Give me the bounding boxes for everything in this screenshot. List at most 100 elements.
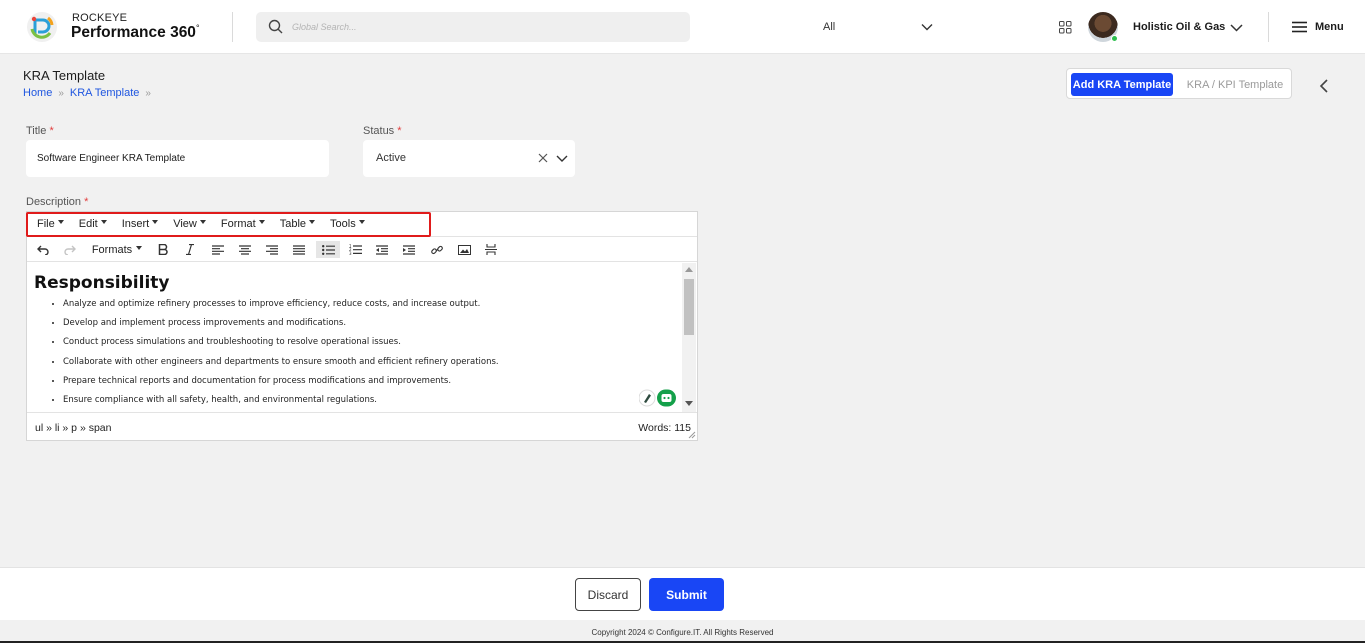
numbered-list-button[interactable]: 123 [348, 241, 362, 258]
scroll-thumb[interactable] [684, 279, 694, 335]
copyright-text: Copyright 2024 © Configure.IT. All Right… [591, 628, 774, 637]
caret-down-icon [57, 220, 64, 224]
search-scope-select[interactable]: All [812, 15, 943, 39]
header-divider [1268, 12, 1269, 42]
svg-text:3: 3 [349, 251, 352, 255]
search-input[interactable] [292, 16, 542, 38]
chevron-left-icon[interactable] [1317, 78, 1331, 94]
menu-table-label: Table [279, 218, 307, 230]
caret-down-icon [358, 220, 365, 224]
numbered-list-icon: 123 [349, 244, 362, 255]
app-logo-icon[interactable] [26, 11, 58, 43]
justify-button[interactable] [292, 241, 306, 258]
breadcrumb: Home » KRA Template » [23, 87, 151, 99]
undo-icon [37, 245, 49, 255]
content-heading: Responsibility [34, 273, 170, 293]
grammar-pen-icon[interactable] [639, 389, 656, 407]
list-item: Prepare technical reports and documentat… [63, 376, 682, 386]
menu-edit[interactable]: Edit [79, 218, 107, 230]
title-label-text: Title [26, 125, 47, 137]
caret-down-icon [309, 220, 316, 224]
redo-button[interactable] [63, 241, 77, 258]
insert-link-button[interactable] [430, 241, 444, 258]
scroll-up-arrow-icon[interactable] [685, 267, 693, 272]
description-label: Description * [26, 196, 88, 208]
bullet-list-icon [321, 244, 335, 255]
list-item: Develop and implement process improvemen… [63, 318, 682, 328]
hamburger-icon [1292, 21, 1307, 33]
required-mark: * [84, 196, 89, 208]
menu-format-label: Format [220, 218, 256, 230]
global-search: All [256, 12, 943, 42]
status-select[interactable]: Active [363, 140, 575, 177]
breadcrumb-kra-template[interactable]: KRA Template [70, 87, 140, 99]
required-mark: * [49, 125, 54, 137]
italic-button[interactable] [183, 241, 197, 258]
align-right-button[interactable] [265, 241, 279, 258]
title-label: Title * [26, 125, 54, 137]
title-input[interactable] [26, 140, 329, 177]
submit-button[interactable]: Submit [649, 578, 724, 611]
clear-icon[interactable] [538, 153, 548, 163]
status-value: Active [376, 152, 406, 164]
menu-insert[interactable]: Insert [122, 218, 159, 230]
menu-format[interactable]: Format [221, 218, 265, 230]
list-item: Ensure compliance with all safety, healt… [63, 395, 682, 405]
bullet-list-button[interactable] [316, 241, 340, 258]
breadcrumb-home[interactable]: Home [23, 87, 52, 99]
template-view-toggle: Add KRA Template KRA / KPI Template [1066, 68, 1292, 99]
align-center-icon [239, 244, 251, 255]
kra-kpi-template-tab[interactable]: KRA / KPI Template [1181, 73, 1289, 96]
outdent-icon [376, 244, 388, 255]
description-label-text: Description [26, 196, 82, 208]
italic-icon [186, 244, 194, 255]
menu-tools[interactable]: Tools [330, 218, 365, 230]
page-break-button[interactable] [484, 241, 498, 258]
caret-down-icon [199, 220, 206, 224]
image-icon [457, 244, 471, 255]
caret-down-icon [152, 220, 159, 224]
outdent-button[interactable] [375, 241, 389, 258]
chevron-down-icon [921, 24, 933, 31]
editor-content-area[interactable]: Responsibility Analyze and optimize refi… [27, 263, 682, 412]
menu-button[interactable]: Menu [1292, 19, 1344, 35]
chevron-down-icon[interactable] [556, 154, 568, 163]
org-chevron-down-icon[interactable] [1230, 22, 1243, 33]
menu-view[interactable]: View [173, 218, 206, 230]
page-break-icon [485, 244, 497, 255]
breadcrumb-separator-icon: » [145, 87, 151, 99]
align-center-button[interactable] [238, 241, 252, 258]
add-kra-template-tab[interactable]: Add KRA Template [1071, 73, 1173, 96]
align-left-button[interactable] [211, 241, 225, 258]
insert-image-button[interactable] [457, 241, 471, 258]
menu-view-label: View [173, 218, 197, 230]
bold-button[interactable] [156, 241, 170, 258]
editor-statusbar: ul » li » p » span Words: 115 [27, 412, 697, 440]
menu-edit-label: Edit [78, 218, 98, 230]
org-name[interactable]: Holistic Oil & Gas [1133, 21, 1225, 33]
align-left-icon [212, 244, 224, 255]
discard-button[interactable]: Discard [575, 578, 641, 611]
menu-tools-label: Tools [330, 218, 356, 230]
formats-dropdown[interactable]: Formats [91, 241, 143, 258]
justify-icon [293, 244, 305, 255]
menu-label: Menu [1315, 21, 1344, 33]
apps-grid-icon[interactable] [1059, 21, 1072, 34]
ai-bot-icon[interactable] [657, 389, 676, 407]
undo-button[interactable] [36, 241, 50, 258]
responsibility-list: Analyze and optimize refinery processes … [34, 299, 682, 405]
menu-file[interactable]: File [37, 218, 64, 230]
top-navbar: ROCKEYE Performance 360° All Holistic Oi… [0, 0, 1365, 54]
page-title: KRA Template [23, 68, 106, 83]
search-scope-value: All [823, 21, 836, 33]
scroll-down-arrow-icon[interactable] [685, 401, 693, 406]
list-item: Conduct process simulations and troubles… [63, 337, 682, 347]
resize-handle-icon[interactable] [688, 431, 696, 439]
element-path[interactable]: ul » li » p » span [35, 422, 111, 434]
indent-button[interactable] [402, 241, 416, 258]
editor-scrollbar[interactable] [682, 263, 696, 412]
menu-file-label: File [37, 218, 55, 230]
menu-table[interactable]: Table [279, 218, 316, 230]
editor-toolbar: Formats 123 [27, 237, 697, 262]
description-rich-text-editor: File Edit Insert View Format Table Tools… [26, 211, 698, 441]
